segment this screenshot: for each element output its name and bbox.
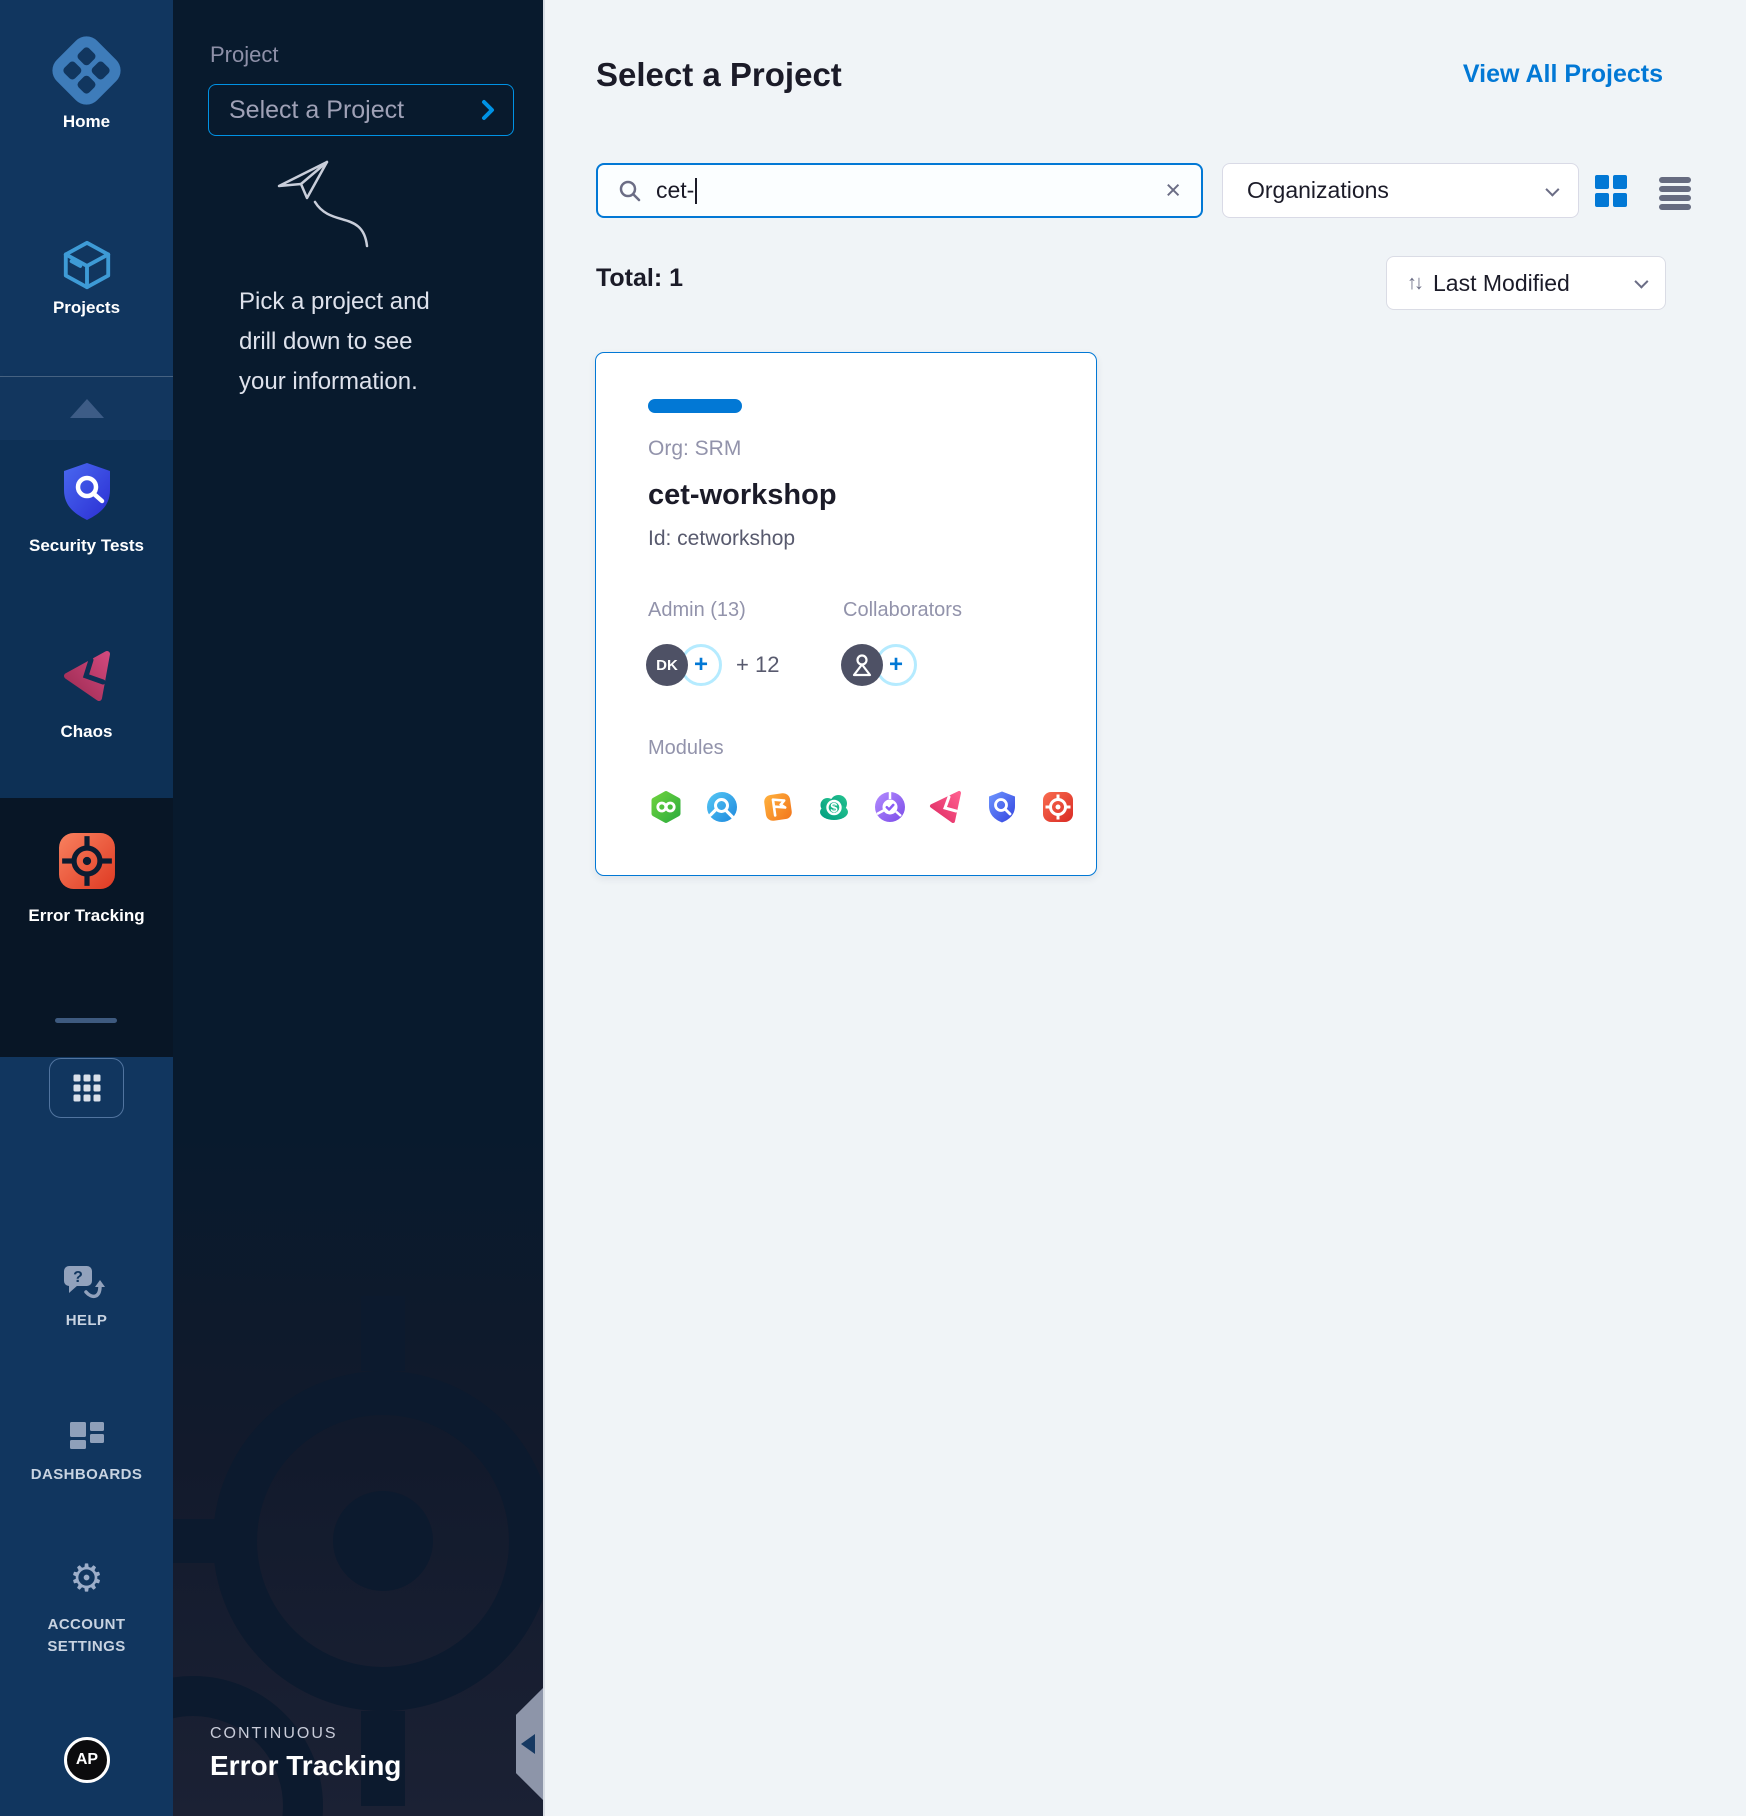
- account-settings-label: ACCOUNT SETTINGS: [12, 1614, 162, 1658]
- triangle-left-icon: [521, 1734, 535, 1754]
- user-avatar[interactable]: AP: [64, 1737, 110, 1783]
- chevron-up-icon: [70, 399, 104, 418]
- organizations-dropdown-value: Organizations: [1247, 177, 1546, 204]
- arrow-illustration: [271, 146, 411, 261]
- list-view-toggle[interactable]: [1659, 177, 1691, 210]
- total-count: Total: 1: [596, 264, 683, 293]
- projects-icon: [60, 238, 114, 292]
- chevron-down-icon: [1545, 182, 1559, 196]
- security-tests-label: Security Tests: [29, 536, 144, 555]
- dashboards-label: DASHBOARDS: [31, 1466, 143, 1483]
- sidebar-divider: [55, 1018, 117, 1023]
- service-reliability-module-icon: [872, 789, 908, 825]
- collaborators-label: Collaborators: [843, 599, 962, 622]
- admin-avatar[interactable]: DK: [646, 644, 688, 686]
- dashboards-icon: [68, 1420, 106, 1456]
- search-value: cet-: [656, 177, 1165, 205]
- project-field-label: Project: [210, 42, 278, 68]
- modules-label: Modules: [648, 737, 724, 760]
- sidebar-collapse-section[interactable]: [0, 376, 173, 440]
- security-tests-icon: [57, 460, 117, 524]
- panel-footer-title: Error Tracking: [210, 1750, 401, 1782]
- sort-dropdown[interactable]: ↑↓ Last Modified: [1386, 256, 1666, 310]
- collaborator-avatar[interactable]: [841, 644, 883, 686]
- admin-more-count: + 12: [736, 652, 779, 678]
- search-input[interactable]: cet- ×: [596, 163, 1203, 218]
- avatar-initials: AP: [76, 1751, 98, 1769]
- chaos-engineering-module-icon: [928, 789, 964, 825]
- panel-footer-kicker: CONTINUOUS: [210, 1725, 338, 1743]
- continuous-integration-module-icon: [704, 789, 740, 825]
- error-tracking-module-icon: [1040, 789, 1076, 825]
- sort-dropdown-value: Last Modified: [1433, 270, 1635, 297]
- chaos-label: Chaos: [61, 722, 113, 741]
- home-label: Home: [63, 112, 110, 131]
- projects-label: Projects: [53, 298, 120, 317]
- svg-text:$: $: [830, 800, 838, 815]
- security-tests-module-icon: [984, 789, 1020, 825]
- gear-icon: ⚙: [69, 1558, 103, 1600]
- help-icon: ?: [62, 1264, 110, 1306]
- module-switcher-button[interactable]: [49, 1058, 124, 1118]
- organizations-dropdown[interactable]: Organizations: [1222, 163, 1579, 218]
- main-sidebar: Home Projects: [0, 0, 173, 1816]
- search-icon: [618, 179, 642, 203]
- svg-text:?: ?: [73, 1269, 83, 1286]
- chevron-down-icon: [1634, 275, 1648, 289]
- project-color-bar: [648, 399, 742, 413]
- admin-label: Admin (13): [648, 599, 746, 622]
- project-id: Id: cetworkshop: [648, 527, 795, 551]
- project-selector[interactable]: Select a Project: [208, 84, 514, 136]
- crosshair-watermark: [173, 1166, 543, 1816]
- text-caret: [695, 178, 697, 204]
- app-window: Home Projects: [0, 0, 1746, 1816]
- modules-row: $: [648, 789, 1076, 825]
- project-name: cet-workshop: [648, 479, 837, 512]
- chaos-icon: [59, 646, 115, 704]
- project-selector-value: Select a Project: [229, 96, 481, 125]
- help-label: HELP: [66, 1312, 108, 1329]
- continuous-delivery-module-icon: [648, 789, 684, 825]
- page-title: Select a Project: [596, 56, 842, 94]
- cloud-cost-management-module-icon: $: [816, 789, 852, 825]
- feature-flags-module-icon: [760, 789, 796, 825]
- chevron-right-icon: [481, 99, 495, 121]
- project-panel: Project Select a Project Pick a project …: [173, 0, 543, 1816]
- error-tracking-icon: [58, 832, 116, 890]
- view-all-projects-link[interactable]: View All Projects: [1463, 60, 1663, 89]
- grid-icon: [73, 1075, 100, 1102]
- project-org: Org: SRM: [648, 437, 741, 461]
- error-tracking-label: Error Tracking: [28, 906, 144, 925]
- grid-view-toggle[interactable]: [1595, 175, 1627, 207]
- home-icon: [58, 42, 115, 99]
- panel-hint-text: Pick a project and drill down to see you…: [239, 282, 489, 402]
- clear-search-icon[interactable]: ×: [1165, 177, 1181, 204]
- project-card[interactable]: Org: SRM cet-workshop Id: cetworkshop Ad…: [595, 352, 1097, 876]
- person-icon: [850, 652, 874, 678]
- sort-arrows-icon: ↑↓: [1407, 272, 1421, 295]
- main-content: Select a Project View All Projects cet- …: [543, 0, 1746, 1816]
